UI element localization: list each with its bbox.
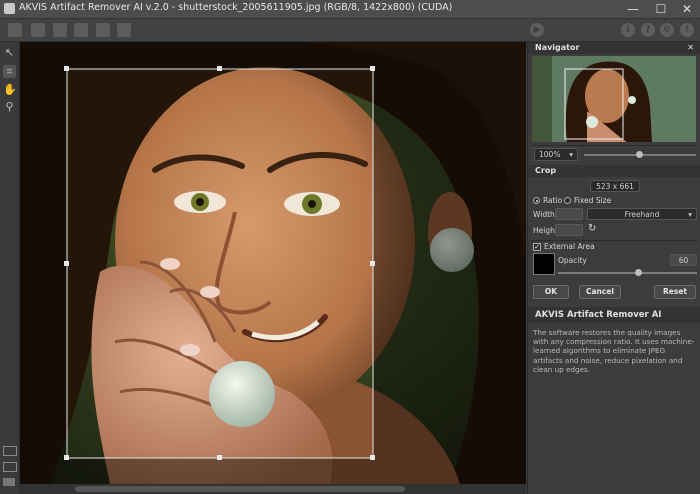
right-panel: Navigator ✕ 100% ▾ Crop 523 x 661 Ratio … [527,42,700,494]
zoom-value: 100% [539,150,561,159]
tools-panel: ↖ ⌗ ✋ ⚲ [0,42,20,494]
external-area-checkbox[interactable]: ✓ [533,243,541,251]
share-icon[interactable] [96,23,110,37]
scrollbar-thumb[interactable] [75,486,405,492]
photo [20,42,526,484]
horizontal-scrollbar[interactable] [20,484,526,494]
opacity-value[interactable]: 60 [670,254,697,266]
crop-tool-icon[interactable]: ⌗ [3,65,16,78]
close-button[interactable]: ✕ [674,1,700,17]
compare-icon[interactable] [3,462,17,472]
freehand-select[interactable]: Freehand ▾ [587,208,697,220]
window-title: AKVIS Artifact Remover AI v.2.0 - shutte… [19,2,453,13]
batch-icon[interactable] [53,23,67,37]
opacity-label: Opacity [558,256,587,265]
zoom-tool-icon[interactable]: ⚲ [3,100,16,113]
image-canvas[interactable] [20,42,526,484]
fit-icon[interactable] [3,478,15,486]
maximize-button[interactable]: ☐ [648,1,674,17]
ratio-radio[interactable] [533,197,540,204]
title-bar: AKVIS Artifact Remover AI v.2.0 - shutte… [0,0,700,19]
about-title: AKVIS Artifact Remover AI [535,310,662,320]
about-description: The software restores the quality images… [533,328,695,374]
opacity-slider[interactable] [558,272,697,274]
zoom-select[interactable]: 100% ▾ [534,148,578,161]
help-icon[interactable]: ? [641,23,655,37]
width-label: Width [533,210,555,219]
navigator-preview[interactable] [532,56,696,142]
crop-header: Crop [528,165,700,177]
width-field[interactable] [555,208,583,220]
opacity-slider-handle[interactable] [635,269,642,276]
about-header: AKVIS Artifact Remover AI [528,307,700,323]
fixed-size-radio[interactable] [564,197,571,204]
freehand-value: Freehand [624,210,660,219]
external-area-label: External Area [544,242,595,251]
divider [531,145,698,146]
settings-icon[interactable]: ⚙ [660,23,674,37]
feedback-icon[interactable]: ! [680,23,694,37]
hand-tool-icon[interactable]: ✋ [3,83,17,96]
ratio-label: Ratio [543,196,563,205]
view-mode-icon[interactable] [3,446,17,456]
ok-button[interactable]: OK [533,285,569,299]
navigator-thumbnail [532,56,696,142]
zoom-slider-handle[interactable] [636,151,643,158]
chevron-down-icon: ▾ [569,150,573,159]
save-icon[interactable] [31,23,45,37]
navigator-header: Navigator ✕ [528,42,700,54]
top-toolbar: ▶ i ? ⚙ ! [0,19,700,42]
navigator-close-icon[interactable]: ✕ [687,42,694,54]
chevron-down-icon: ▾ [688,210,692,219]
info-icon[interactable]: i [621,23,635,37]
external-area-color-swatch[interactable] [533,253,555,275]
pointer-tool-icon[interactable]: ↖ [3,46,16,59]
fixed-size-label: Fixed Size [574,196,612,205]
cancel-button[interactable]: Cancel [579,285,621,299]
navigator-title: Navigator [535,43,580,52]
crop-dimensions: 523 x 661 [590,180,640,192]
reset-button[interactable]: Reset [654,285,696,299]
preferences-icon[interactable] [117,23,131,37]
divider [531,240,698,241]
run-icon[interactable]: ▶ [530,23,544,37]
print-icon[interactable] [74,23,88,37]
open-icon[interactable] [8,23,22,37]
height-field[interactable] [555,224,583,236]
crop-title: Crop [535,166,557,175]
app-icon [4,3,15,14]
minimize-button[interactable]: — [620,1,646,17]
rotate-icon[interactable]: ↻ [588,223,596,234]
